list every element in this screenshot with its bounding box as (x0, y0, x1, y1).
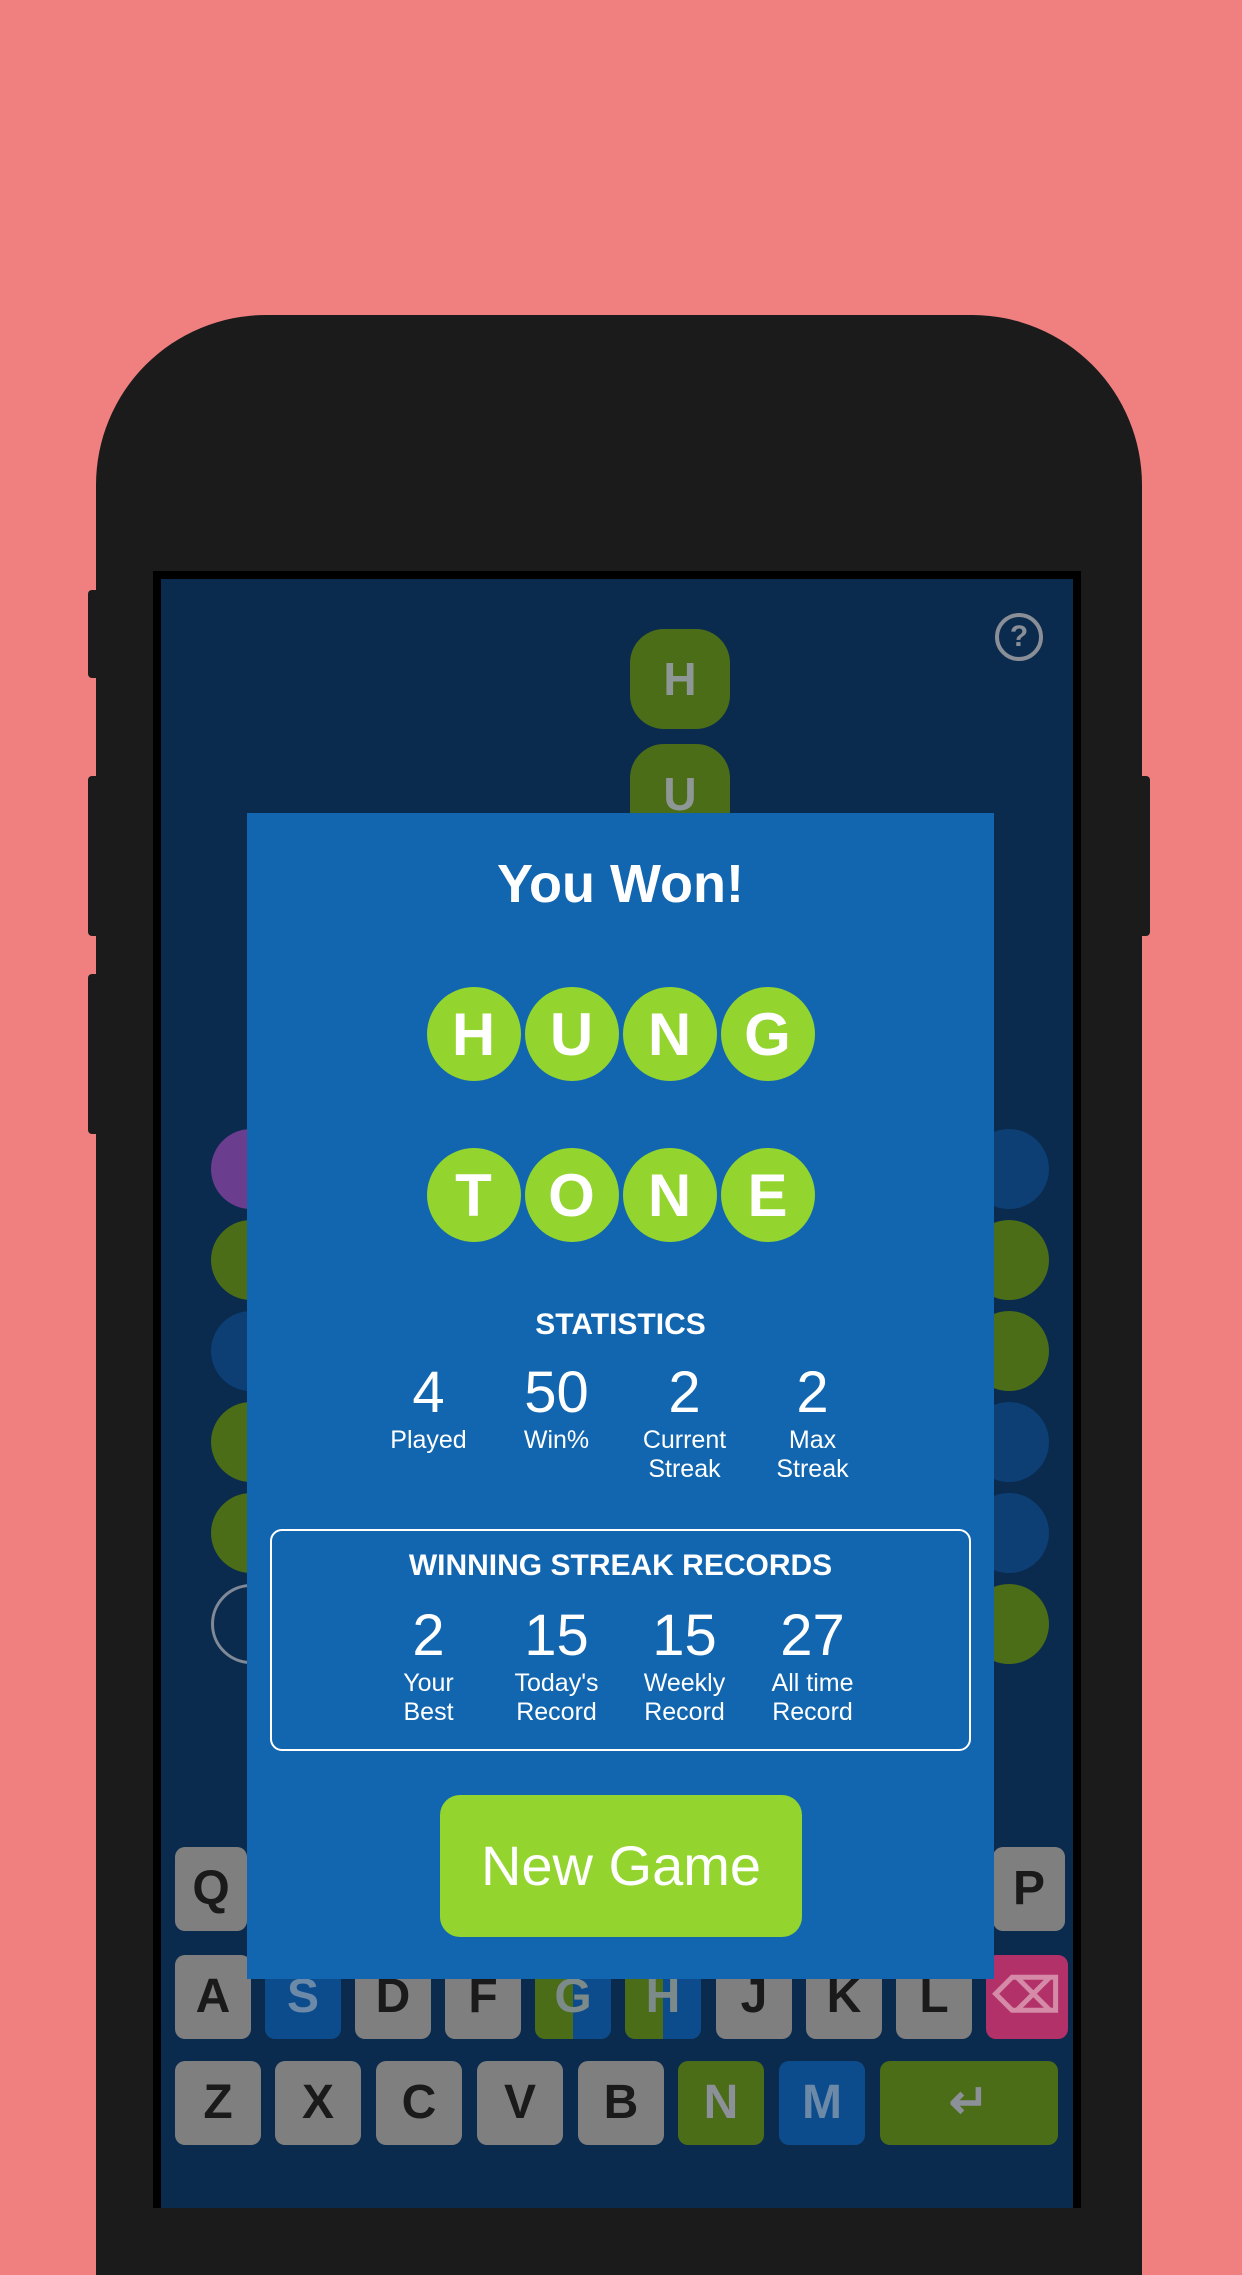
result-modal: You Won! H U N G T O N E STATISTICS 4 Pl… (247, 813, 994, 1979)
key-z[interactable]: Z (175, 2061, 261, 2145)
statistics-title: STATISTICS (535, 1308, 706, 1341)
key-b[interactable]: B (578, 2061, 664, 2145)
stat-value: 2 (668, 1360, 701, 1425)
phone-side-button (1136, 776, 1150, 936)
solution-word: H U N G (247, 987, 994, 1081)
letter-tile: H (426, 987, 521, 1081)
stat-label: Streak (776, 1455, 849, 1483)
record-label: All time (771, 1669, 854, 1697)
enter-icon[interactable]: ↵ (880, 2061, 1058, 2145)
streak-records-panel: WINNING STREAK RECORDS 2 Your Best 15 To… (270, 1529, 971, 1751)
records-title: WINNING STREAK RECORDS (408, 1549, 833, 1582)
stat-label: Max (788, 1426, 837, 1454)
letter-tile: G (720, 987, 815, 1081)
statistics-row: 4 Played 50 Win% 2 Current Streak 2 Max … (247, 1360, 994, 1484)
letter-tile: T (426, 1148, 521, 1242)
key-p[interactable]: P (993, 1847, 1065, 1931)
phone-side-button (88, 776, 102, 936)
letter-tile: O (524, 1148, 619, 1242)
record-label: Today's (514, 1669, 599, 1697)
key-m[interactable]: M (779, 2061, 865, 2145)
record-value: 27 (780, 1603, 845, 1668)
solution-word: T O N E (247, 1148, 994, 1242)
record-label: Your (403, 1669, 454, 1697)
letter-tile: U (524, 987, 619, 1081)
phone-side-button (88, 974, 102, 1134)
key-x[interactable]: X (275, 2061, 361, 2145)
key-v[interactable]: V (477, 2061, 563, 2145)
record-all-time: 27 All time Record (749, 1603, 877, 1727)
key-c[interactable]: C (376, 2061, 462, 2145)
record-your-best: 2 Your Best (365, 1603, 493, 1727)
letter-tile: E (720, 1148, 815, 1242)
record-weekly: 15 Weekly Record (621, 1603, 749, 1727)
records-row: 2 Your Best 15 Today's Record 15 Weekly … (272, 1603, 969, 1727)
stat-current-streak: 2 Current Streak (621, 1360, 749, 1484)
record-label: Record (772, 1698, 853, 1726)
record-today: 15 Today's Record (493, 1603, 621, 1727)
modal-title: You Won! (497, 854, 744, 914)
key-q[interactable]: Q (175, 1847, 247, 1931)
backspace-icon[interactable]: ⌫ (986, 1955, 1068, 2039)
board-tile: H (630, 629, 730, 729)
record-label: Weekly (643, 1669, 726, 1697)
stat-value: 50 (524, 1360, 589, 1425)
stat-value: 4 (412, 1360, 445, 1425)
stat-max-streak: 2 Max Streak (749, 1360, 877, 1484)
new-game-button[interactable]: New Game (440, 1795, 802, 1937)
stat-win-percent: 50 Win% (493, 1360, 621, 1484)
record-label: Record (644, 1698, 725, 1726)
stat-label: Current (642, 1426, 727, 1454)
record-value: 2 (412, 1603, 445, 1668)
key-a[interactable]: A (175, 1955, 251, 2039)
phone-side-button (88, 590, 102, 678)
record-label: Record (516, 1698, 597, 1726)
letter-tile: N (622, 987, 717, 1081)
question-circle-icon[interactable]: ? (995, 613, 1043, 661)
key-n[interactable]: N (678, 2061, 764, 2145)
stat-label: Streak (648, 1455, 721, 1483)
stat-label: Win% (523, 1426, 590, 1454)
record-value: 15 (524, 1603, 589, 1668)
stat-value: 2 (796, 1360, 829, 1425)
record-label: Best (403, 1698, 454, 1726)
stat-played: 4 Played (365, 1360, 493, 1484)
letter-tile: N (622, 1148, 717, 1242)
record-value: 15 (652, 1603, 717, 1668)
stat-label: Played (390, 1426, 467, 1454)
